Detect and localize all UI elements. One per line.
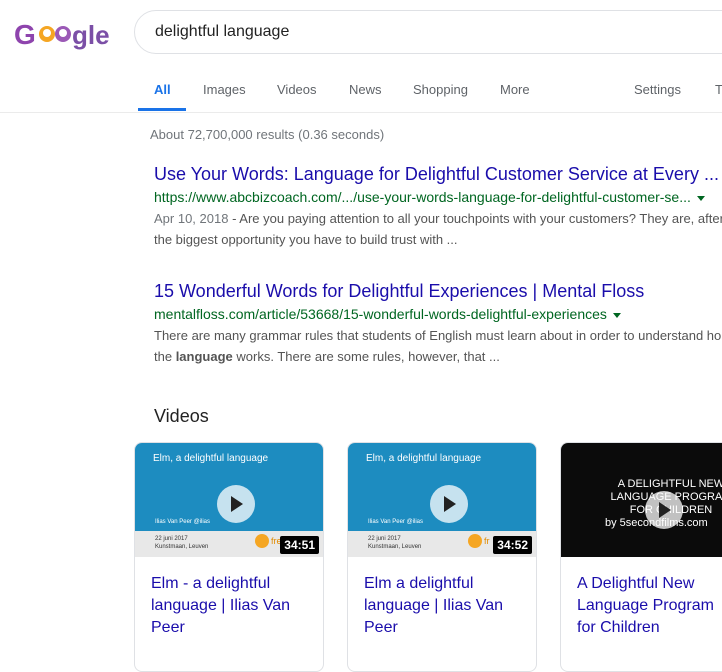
snippet-highlight: language xyxy=(175,349,233,364)
video-card[interactable]: Elm, a delightful language Ilias Van Pee… xyxy=(347,442,537,672)
result-url-text: https://www.abcbizcoach.com/.../use-your… xyxy=(154,189,691,205)
google-logo[interactable]: G gle xyxy=(14,18,110,52)
play-icon[interactable] xyxy=(645,491,683,529)
video-card[interactable]: Elm, a delightful language Ilias Van Pee… xyxy=(134,442,324,672)
video-title-link[interactable]: A Delightful New Language Program for Ch… xyxy=(577,573,722,639)
snippet-text: the xyxy=(154,349,176,364)
video-thumbnail[interactable]: Elm, a delightful language Ilias Van Pee… xyxy=(348,443,536,557)
tab-tools[interactable]: T xyxy=(715,82,722,97)
search-query[interactable]: delightful language xyxy=(155,23,289,41)
thumbnail-title: Elm, a delightful language xyxy=(366,453,482,464)
thumbnail-title: Elm, a delightful language xyxy=(153,453,269,464)
tab-images[interactable]: Images xyxy=(203,82,246,97)
brand-icon xyxy=(255,534,269,548)
tab-more[interactable]: More xyxy=(500,82,530,97)
play-icon[interactable] xyxy=(430,485,468,523)
thumbnail-speaker: Ilias Van Peer @ilias xyxy=(155,519,211,525)
thumbnail-date: 22 juni 2017 Kunstmaan, Leuven xyxy=(368,535,421,551)
result-snippet-line1: - Are you paying attention to all your t… xyxy=(228,211,722,226)
active-tab-indicator xyxy=(138,108,186,111)
result-snippet-line2: the biggest opportunity you have to buil… xyxy=(154,232,458,247)
result-url-text: mentalfloss.com/article/53668/15-wonderf… xyxy=(154,306,607,322)
result-date: Apr 10, 2018 xyxy=(154,211,229,226)
thumbnail-date: 22 juni 2017 Kunstmaan, Leuven xyxy=(155,535,208,551)
result-snippet: Apr 10, 2018 - Are you paying attention … xyxy=(154,208,722,229)
play-icon[interactable] xyxy=(217,485,255,523)
search-input[interactable]: delightful language xyxy=(134,10,722,54)
result-url: https://www.abcbizcoach.com/.../use-your… xyxy=(154,188,722,206)
result-title-link[interactable]: 15 Wonderful Words for Delightful Experi… xyxy=(154,280,722,302)
video-duration: 34:52 xyxy=(493,536,532,554)
thumbnail-speaker: Ilias Van Peer @ilias xyxy=(368,519,424,525)
video-thumbnail[interactable]: Elm, a delightful language Ilias Van Pee… xyxy=(135,443,323,557)
video-card[interactable]: A DELIGHTFUL NEW LANGUAGE PROGRAM FOR CH… xyxy=(560,442,722,672)
result-snippet-line1: There are many grammar rules that studen… xyxy=(154,328,722,343)
search-result: Use Your Words: Language for Delightful … xyxy=(154,163,722,250)
svg-text:G: G xyxy=(14,19,36,50)
svg-text:gle: gle xyxy=(72,20,110,50)
search-tabs: All Images Videos News Shopping More Set… xyxy=(0,70,722,113)
search-result: 15 Wonderful Words for Delightful Experi… xyxy=(154,280,722,367)
thumbnail-date-text: 22 juni 2017 xyxy=(155,536,188,542)
url-dropdown-icon[interactable] xyxy=(696,195,705,201)
url-dropdown-icon[interactable] xyxy=(612,312,621,318)
video-duration: 34:51 xyxy=(280,536,319,554)
video-title-link[interactable]: Elm a delightful language | Ilias Van Pe… xyxy=(364,573,524,639)
result-title-link[interactable]: Use Your Words: Language for Delightful … xyxy=(154,163,722,185)
video-thumbnail[interactable]: A DELIGHTFUL NEW LANGUAGE PROGRAM FOR CH… xyxy=(561,443,722,557)
result-snippet-line2: the language works. There are some rules… xyxy=(154,346,722,367)
videos-heading: Videos xyxy=(154,406,209,426)
thumbnail-place-text: Kunstmaan, Leuven xyxy=(368,544,422,550)
thumbnail-date-text: 22 juni 2017 xyxy=(368,536,401,542)
brand-icon xyxy=(468,534,482,548)
snippet-text: works. There are some rules, however, th… xyxy=(232,349,500,364)
thumbnail-place-text: Kunstmaan, Leuven xyxy=(155,544,209,550)
tab-shopping[interactable]: Shopping xyxy=(413,82,468,97)
result-stats: About 72,700,000 results (0.36 seconds) xyxy=(150,127,385,142)
result-url: mentalfloss.com/article/53668/15-wonderf… xyxy=(154,305,722,323)
thumbnail-brand: fr xyxy=(484,536,490,546)
tab-videos[interactable]: Videos xyxy=(277,82,317,97)
tab-all[interactable]: All xyxy=(154,82,171,97)
tab-news[interactable]: News xyxy=(349,82,382,97)
video-title-link[interactable]: Elm - a delightful language | Ilias Van … xyxy=(151,573,311,639)
tab-settings[interactable]: Settings xyxy=(634,82,681,97)
